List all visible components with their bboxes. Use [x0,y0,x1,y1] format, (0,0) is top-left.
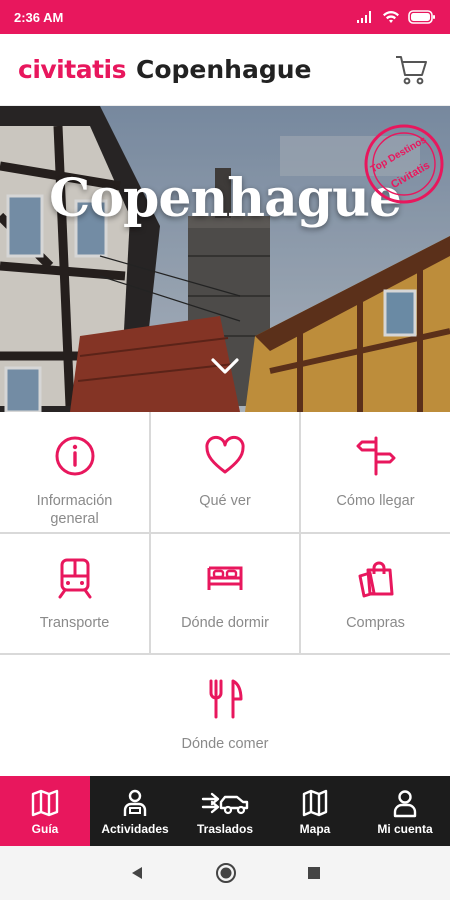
menu-tile-label: Compras [346,615,405,631]
top-destinos-stamp: Top Destinos Civitatis [364,124,444,204]
cutlery-icon [209,679,243,719]
system-nav-bar [0,846,450,900]
tab-actividades[interactable]: Actividades [90,776,180,846]
back-icon[interactable] [129,865,145,881]
tab-label: Mi cuenta [377,821,433,836]
menu-tile-donde-comer[interactable]: Dónde comer [0,655,450,775]
tab-mi-cuenta[interactable]: Mi cuenta [360,776,450,846]
home-icon[interactable] [215,862,237,884]
app-header: civitatis Copenhague [0,34,450,106]
bottom-tab-bar: Guía Actividades Traslados Mapa Mi cuent… [0,776,450,846]
train-icon [58,558,91,599]
status-bar: 2:36 AM [0,0,450,34]
tab-label: Actividades [101,821,169,836]
menu-tile-label: Qué ver [199,493,251,509]
status-time: 2:36 AM [14,9,64,25]
tab-label: Mapa [299,821,331,836]
menu-tile-donde-dormir[interactable]: Dónde dormir [151,534,299,653]
shopping-bags-icon [358,561,393,598]
tab-label: Guía [31,821,59,836]
recents-icon[interactable] [307,866,321,880]
cart-button[interactable] [392,50,432,90]
map-icon [302,789,328,816]
battery-icon [408,10,435,24]
guide-person-icon [123,789,147,816]
bed-icon [207,566,243,590]
menu-tile-como-llegar[interactable]: Cómo llegar [301,412,450,532]
heart-icon [205,435,245,474]
menu-tile-label: Dónde dormir [181,615,269,631]
transfer-car-icon [201,792,249,814]
tab-guia[interactable]: Guía [0,776,90,846]
signal-icon [357,11,371,23]
menu-tile-label: Cómo llegar [336,493,415,509]
menu-tile-label: Información general [36,493,113,527]
menu-tile-label: Dónde comer [181,736,269,752]
guide-menu-grid: Información general Qué ver Cómo llegar … [0,412,450,775]
page-title: Copenhague [135,55,312,84]
menu-tile-label: Transporte [39,615,110,631]
brand-logo[interactable]: civitatis [18,55,126,84]
map-book-icon [31,789,59,816]
menu-tile-que-ver[interactable]: Qué ver [151,412,299,532]
signpost-icon [356,436,395,476]
tab-mapa[interactable]: Mapa [270,776,360,846]
status-icons [356,10,436,24]
user-icon [393,789,417,817]
cart-icon [396,55,427,84]
menu-tile-compras[interactable]: Compras [301,534,450,653]
menu-tile-informacion-general[interactable]: Información general [0,412,149,532]
chevron-down-icon[interactable] [209,354,241,378]
info-icon [55,436,94,476]
menu-tile-transporte[interactable]: Transporte [0,534,149,653]
wifi-icon [383,11,399,23]
tab-label: Traslados [196,821,254,836]
tab-traslados[interactable]: Traslados [180,776,270,846]
